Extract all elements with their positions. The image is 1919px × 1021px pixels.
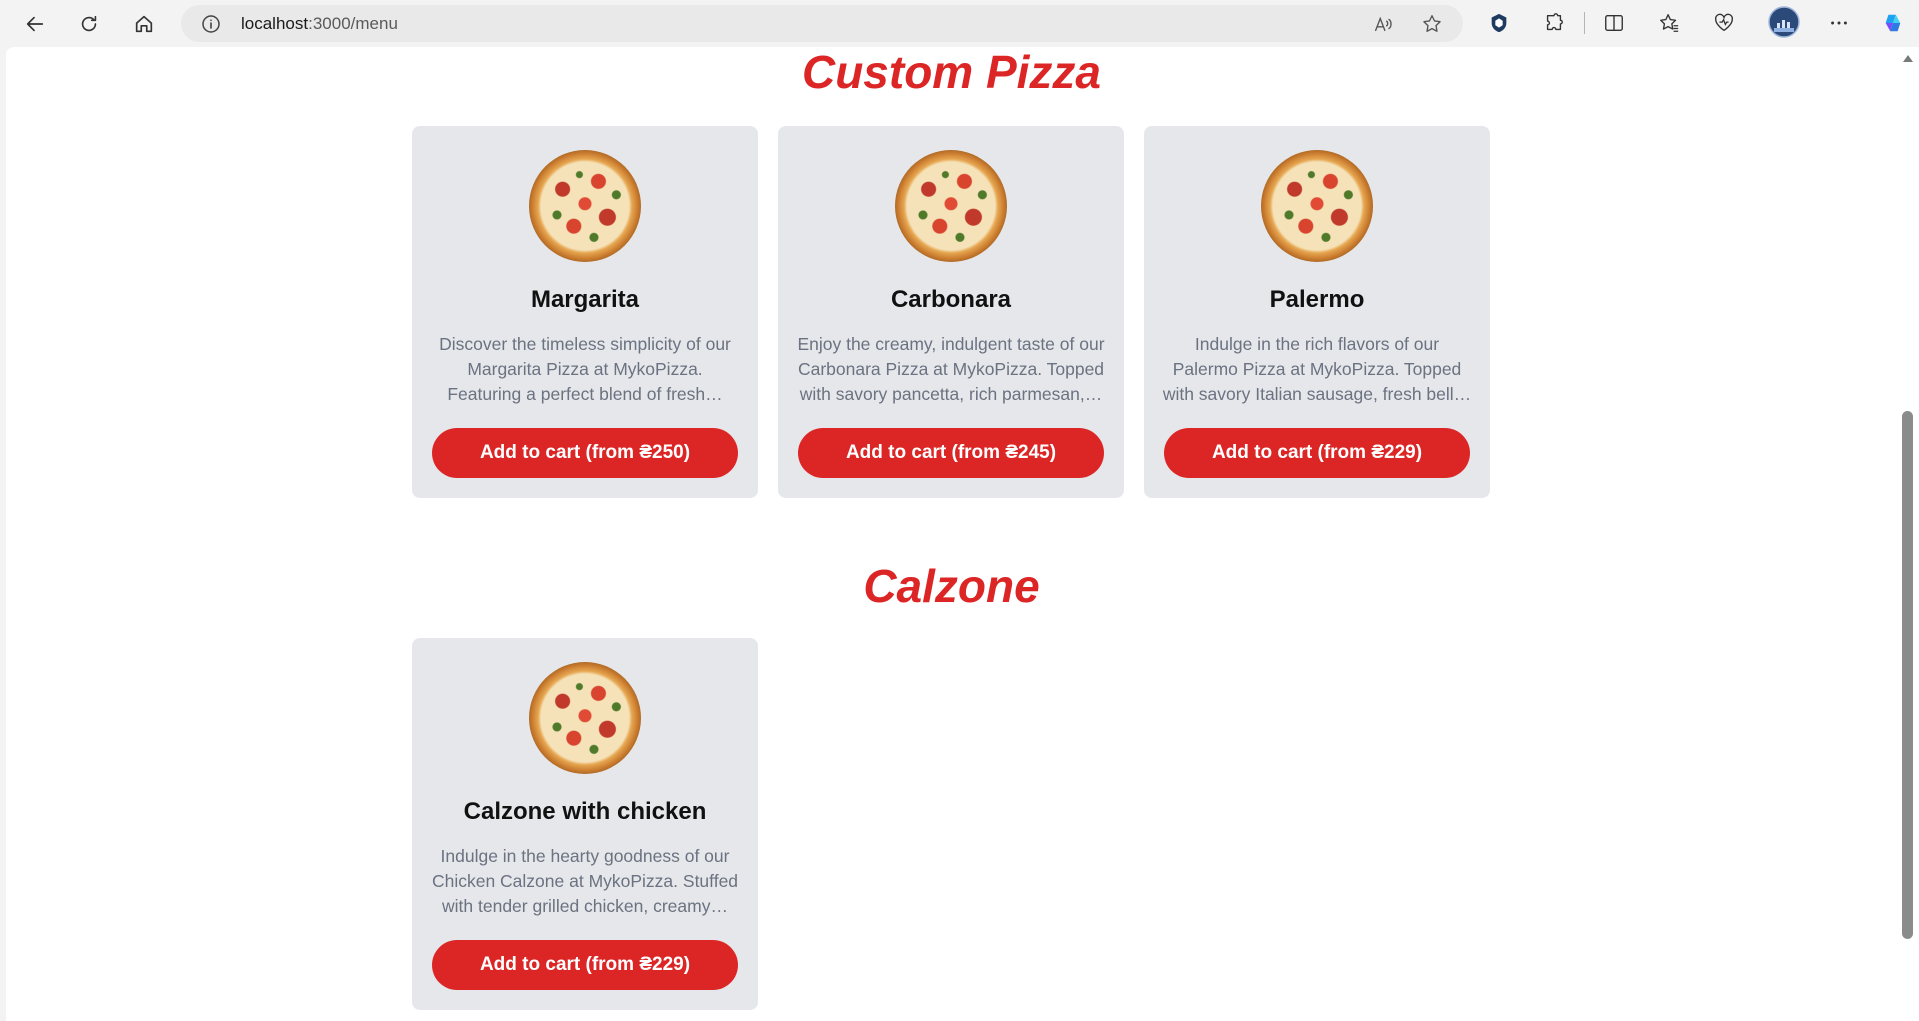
pizza-image (895, 150, 1007, 262)
add-to-cart-button[interactable]: Add to cart (from ₴229) (432, 940, 738, 990)
extension-shield-icon[interactable] (1485, 9, 1513, 37)
browser-essentials-icon[interactable] (1710, 9, 1738, 37)
product-title: Margarita (530, 286, 640, 313)
product-title: Carbonara (890, 286, 1012, 313)
product-card-carbonara: Carbonara Enjoy the creamy, indulgent ta… (778, 126, 1124, 498)
vertical-scrollbar[interactable] (1897, 47, 1919, 1021)
page-viewport: Custom Pizza Margarita Discover the time… (6, 47, 1897, 1021)
reload-icon[interactable] (73, 8, 105, 40)
home-icon[interactable] (128, 8, 160, 40)
product-description: Discover the timeless simplicity of our … (439, 334, 731, 404)
pizza-image (1261, 150, 1373, 262)
add-to-cart-button[interactable]: Add to cart (from ₴250) (432, 428, 738, 478)
split-screen-icon[interactable] (1600, 9, 1628, 37)
product-description: Enjoy the creamy, indulgent taste of our… (797, 334, 1105, 404)
favorites-icon[interactable] (1655, 9, 1683, 37)
pizza-image (529, 662, 641, 774)
product-title: Palermo (1269, 286, 1365, 313)
info-icon[interactable] (201, 14, 221, 34)
section-title-calzone: Calzone (863, 560, 1040, 612)
puzzle-icon[interactable] (1540, 9, 1568, 37)
pizza-image (529, 150, 641, 262)
add-to-cart-button[interactable]: Add to cart (from ₴245) (798, 428, 1104, 478)
scrollbar-thumb[interactable] (1902, 411, 1913, 939)
product-card-palermo: Palermo Indulge in the rich flavors of o… (1144, 126, 1490, 498)
product-description: Indulge in the rich flavors of our Paler… (1162, 334, 1472, 404)
add-to-cart-button[interactable]: Add to cart (from ₴229) (1164, 428, 1470, 478)
product-title: Calzone with chicken (463, 798, 707, 825)
url-path: :3000/menu (308, 14, 398, 33)
product-card-margarita: Margarita Discover the timeless simplici… (412, 126, 758, 498)
url-text: localhost:3000/menu (241, 5, 398, 42)
address-bar[interactable]: localhost:3000/menu (181, 5, 1463, 42)
product-card-calzone-with-chicken: Calzone with chicken Indulge in the hear… (412, 638, 758, 1010)
section-title-custom-pizza: Custom Pizza (801, 47, 1102, 98)
toolbar-separator (1584, 12, 1585, 34)
more-icon[interactable] (1825, 9, 1853, 37)
scroll-up-arrow-icon[interactable] (1903, 55, 1913, 62)
browser-toolbar: localhost:3000/menu (0, 0, 1919, 47)
profile-avatar[interactable] (1768, 6, 1800, 38)
star-icon[interactable] (1421, 13, 1443, 35)
copilot-icon[interactable] (1879, 9, 1907, 37)
read-aloud-icon[interactable] (1372, 13, 1394, 35)
url-host: localhost (241, 14, 309, 33)
product-description: Indulge in the hearty goodness of our Ch… (431, 846, 739, 916)
back-arrow-icon[interactable] (19, 8, 51, 40)
